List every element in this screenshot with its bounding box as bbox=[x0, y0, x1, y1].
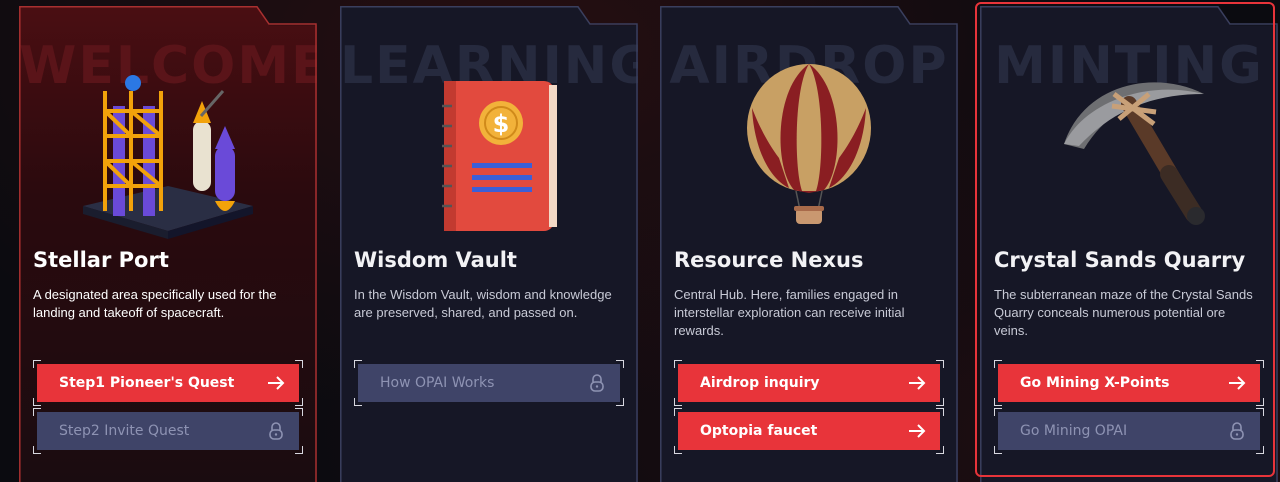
button-label: Step2 Invite Quest bbox=[59, 423, 190, 439]
button-label: How OPAI Works bbox=[380, 375, 495, 391]
card-title: Resource Nexus bbox=[674, 248, 864, 272]
lock-icon bbox=[588, 374, 606, 392]
card-title: Stellar Port bbox=[33, 248, 169, 272]
mining-xpoints-button-frame: Go Mining X-Points bbox=[994, 360, 1264, 406]
lock-icon bbox=[267, 422, 285, 440]
how-opai-works-button[interactable]: How OPAI Works bbox=[358, 364, 620, 402]
arrow-right-icon bbox=[908, 422, 926, 440]
card-title: Crystal Sands Quarry bbox=[994, 248, 1246, 272]
hot-air-balloon-illustration bbox=[747, 64, 871, 224]
quest-stage: WELCOME Stellar Port A designated area s… bbox=[0, 0, 1280, 482]
lock-icon bbox=[1228, 422, 1246, 440]
optopia-faucet-button-frame: Optopia faucet bbox=[674, 408, 944, 454]
pioneer-quest-button-frame: Step1 Pioneer's Quest bbox=[33, 360, 303, 406]
invite-quest-button[interactable]: Step2 Invite Quest bbox=[37, 412, 299, 450]
mining-opai-button-frame: Go Mining OPAI bbox=[994, 408, 1264, 454]
optopia-faucet-button[interactable]: Optopia faucet bbox=[678, 412, 940, 450]
card-description: A designated area specifically used for … bbox=[33, 287, 277, 320]
card-learning: LEARNING $ Wisdom Vault In the Wisdom Va… bbox=[340, 6, 638, 482]
card-airdrop: AIRDROP Resource Nexus Central Hub. Here… bbox=[660, 6, 958, 482]
how-opai-works-button-frame: How OPAI Works bbox=[354, 360, 624, 406]
pickaxe-illustration bbox=[1064, 82, 1205, 225]
airdrop-inquiry-button[interactable]: Airdrop inquiry bbox=[678, 364, 940, 402]
card-welcome: WELCOME Stellar Port A designated area s… bbox=[19, 6, 317, 482]
invite-quest-button-frame: Step2 Invite Quest bbox=[33, 408, 303, 454]
button-label: Go Mining X-Points bbox=[1020, 375, 1170, 391]
arrow-right-icon bbox=[908, 374, 926, 392]
button-label: Step1 Pioneer's Quest bbox=[59, 375, 235, 391]
launch-tower-illustration bbox=[83, 75, 253, 239]
card-minting: MINTING Crystal Sands Quarry The subterr… bbox=[980, 6, 1278, 482]
card-description: Central Hub. Here, families engaged in i… bbox=[674, 287, 905, 338]
book-illustration: $ bbox=[442, 81, 557, 231]
mining-xpoints-button[interactable]: Go Mining X-Points bbox=[998, 364, 1260, 402]
button-label: Airdrop inquiry bbox=[700, 375, 820, 391]
arrow-right-icon bbox=[267, 374, 285, 392]
button-label: Go Mining OPAI bbox=[1020, 423, 1128, 439]
card-description: In the Wisdom Vault, wisdom and knowledg… bbox=[354, 287, 612, 320]
button-label: Optopia faucet bbox=[700, 423, 818, 439]
card-description: The subterranean maze of the Crystal San… bbox=[994, 287, 1253, 338]
airdrop-inquiry-button-frame: Airdrop inquiry bbox=[674, 360, 944, 406]
arrow-right-icon bbox=[1228, 374, 1246, 392]
svg-text:$: $ bbox=[493, 110, 510, 138]
mining-opai-button[interactable]: Go Mining OPAI bbox=[998, 412, 1260, 450]
pioneer-quest-button[interactable]: Step1 Pioneer's Quest bbox=[37, 364, 299, 402]
card-title: Wisdom Vault bbox=[354, 248, 517, 272]
